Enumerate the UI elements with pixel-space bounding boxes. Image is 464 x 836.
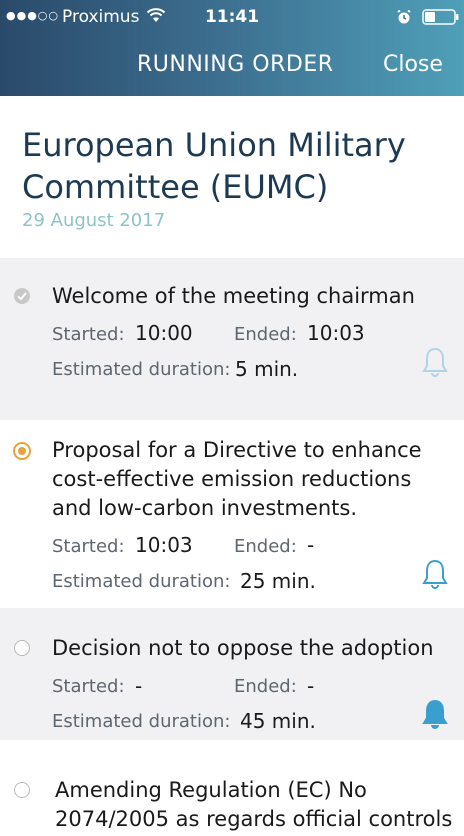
estimated-duration-label: Estimated duration: — [52, 711, 231, 732]
ended-value: - — [307, 533, 315, 557]
status-time: 11:41 — [204, 7, 260, 27]
meeting-title: European Union Military Committee (EUMC) — [22, 126, 406, 206]
started-value: 10:00 — [135, 321, 193, 345]
page-title: RUNNING ORDER — [137, 52, 334, 77]
bell-icon[interactable] — [420, 346, 450, 378]
started-value: 10:03 — [135, 533, 193, 557]
battery-icon — [422, 9, 459, 25]
estimated-duration-label: Estimated duration: — [52, 359, 231, 380]
agenda-item-4[interactable]: Amending Regulation (EC) No 2074/2005 as… — [0, 740, 464, 836]
bell-filled-icon[interactable] — [420, 698, 450, 730]
agenda-item-2[interactable]: Proposal for a Directive to enhance cost… — [0, 420, 464, 608]
agenda-item-1[interactable]: Welcome of the meeting chairman Started:… — [0, 258, 464, 420]
current-item-marker-icon — [13, 442, 31, 460]
ended-value: 10:03 — [307, 321, 365, 345]
estimated-duration-value: 5 min. — [235, 357, 299, 381]
ended-label: Ended: — [234, 324, 297, 345]
close-button[interactable]: Close — [383, 52, 443, 77]
estimated-duration-value: 45 min. — [240, 709, 316, 733]
started-value: - — [135, 674, 143, 698]
meeting-date: 29 August 2017 — [22, 210, 166, 231]
alarm-clock-icon — [397, 9, 411, 24]
upcoming-item-marker-icon — [14, 640, 30, 656]
ended-value: - — [307, 674, 315, 698]
running-order-list: Welcome of the meeting chairman Started:… — [0, 258, 464, 836]
upcoming-item-marker-icon — [14, 782, 30, 798]
completed-checkmark-icon — [14, 288, 30, 304]
bell-icon[interactable] — [420, 558, 450, 590]
agenda-item-title: Amending Regulation (EC) No 2074/2005 as… — [55, 778, 453, 831]
agenda-item-title: Welcome of the meeting chairman — [52, 284, 415, 308]
ended-label: Ended: — [234, 676, 297, 697]
agenda-item-3[interactable]: Decision not to oppose the adoption Star… — [0, 608, 464, 740]
ended-label: Ended: — [234, 536, 297, 557]
agenda-item-title: Decision not to oppose the adoption — [52, 636, 434, 660]
estimated-duration-value: 25 min. — [240, 569, 316, 593]
agenda-item-title: Proposal for a Directive to enhance cost… — [52, 438, 422, 520]
estimated-duration-label: Estimated duration: — [52, 571, 231, 592]
started-label: Started: — [52, 536, 125, 557]
started-label: Started: — [52, 324, 125, 345]
started-label: Started: — [52, 676, 125, 697]
status-bar: ●●●○○ Proximus 11:41 — [0, 0, 464, 34]
header-bar: ●●●○○ Proximus 11:41 RUNNING ORDER Close — [0, 0, 464, 96]
